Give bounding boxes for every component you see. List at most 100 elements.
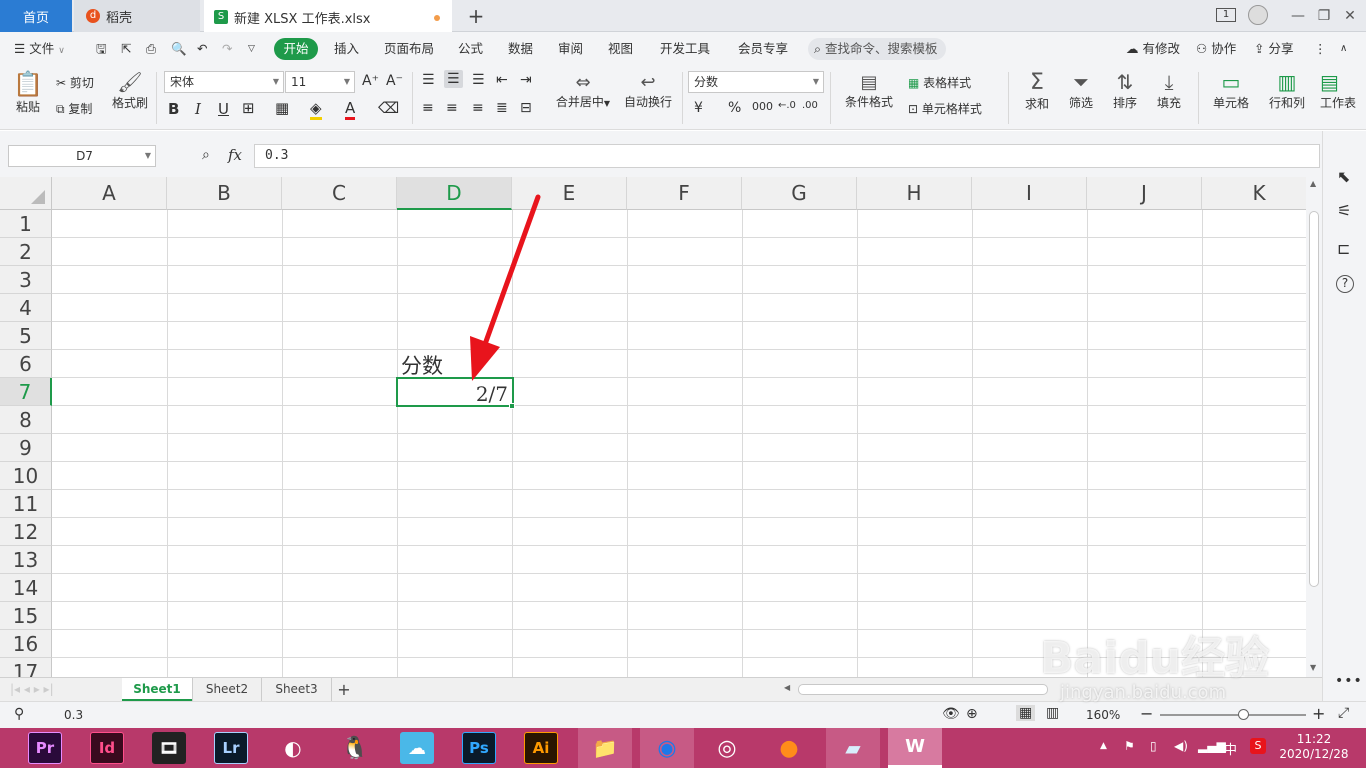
lightroom-app-icon[interactable]: Lr [214,732,248,764]
fit-window-icon[interactable]: ⤢ [1338,705,1349,721]
fill-color-icon[interactable]: ◈ [310,99,322,120]
menu-tab-formula[interactable]: 公式 [458,38,483,60]
fill-button[interactable]: ⤓ 填充 [1152,70,1186,111]
menu-tab-review[interactable]: 审阅 [558,38,583,60]
redo-icon[interactable]: ↷ [222,38,232,60]
print-icon[interactable]: ⎙ [146,38,156,60]
menu-tab-view[interactable]: 视图 [608,38,633,60]
zoom-in-icon[interactable]: + [1312,704,1325,723]
fill-handle[interactable] [509,403,515,409]
worksheet-button[interactable]: ▤ 工作表 [1320,70,1360,111]
menu-tab-home[interactable]: 开始 [274,38,318,60]
macro-record-icon[interactable]: ⚲ [14,706,24,722]
illustrator-app-icon[interactable]: Ai [524,732,558,764]
indent-decrease-icon[interactable]: ⇤ [496,72,508,88]
column-header-A[interactable]: A [52,177,167,210]
align-center-icon[interactable]: ≡ [446,100,458,116]
zoom-slider-thumb[interactable] [1238,709,1249,720]
properties-icon[interactable]: ⚟ [1337,201,1351,220]
view-mode-icon[interactable]: ⊕ [966,706,978,722]
row-header-4[interactable]: 4 [0,294,52,322]
sogou-ime-icon[interactable]: S [1250,738,1266,754]
tray-network-icon[interactable]: ▂▄▆ [1198,739,1226,753]
column-header-I[interactable]: I [972,177,1087,210]
more-dots-icon[interactable]: ••• [1335,673,1363,689]
undo-icon[interactable]: ↶ [197,38,207,60]
conditional-format-button[interactable]: ▤ 条件格式 [840,72,898,110]
spreadsheet-grid[interactable]: A B C D E F G H I J K 1 2 3 4 5 6 7 8 9 … [0,177,1306,677]
zoom-formula-icon[interactable]: ⌕ [202,147,210,163]
scroll-left-icon[interactable]: ◀ [784,683,790,692]
row-header-11[interactable]: 11 [0,490,52,518]
collab-button[interactable]: ⚇ 协作 [1196,38,1236,60]
tray-battery-icon[interactable]: ▯ [1150,739,1157,753]
scroll-up-icon[interactable]: ▲ [1310,179,1316,188]
eye-protection-icon[interactable]: 👁 [942,706,960,722]
changes-button[interactable]: ☁ 有修改 [1126,38,1180,60]
select-pointer-icon[interactable]: ⬉ [1337,167,1350,186]
command-search-box[interactable]: ⌕ 查找命令、搜索模板 [808,38,946,60]
zoom-out-icon[interactable]: − [1140,704,1153,723]
increase-decimal-icon[interactable]: ←.0 [778,100,796,111]
decrease-font-icon[interactable]: A⁻ [386,73,403,89]
horizontal-scroll-thumb[interactable] [798,684,1048,695]
premiere-app-icon[interactable]: Pr [28,732,62,764]
format-painter-button[interactable]: 🖌 格式刷 [110,70,150,111]
cell-style-button[interactable]: ⊡ 单元格样式 [908,100,982,117]
sheet-tab-2[interactable]: Sheet2 [192,678,262,701]
formula-input[interactable]: 0.3 [254,144,1320,168]
border-icon[interactable]: ⊞ [242,99,255,117]
row-header-17[interactable]: 17 [0,658,52,677]
sum-button[interactable]: Σ 求和 [1020,70,1054,112]
photoshop-app-icon[interactable]: Ps [462,732,496,764]
browser-app-icon[interactable]: ◉ [640,728,694,768]
help-icon[interactable]: ? [1336,275,1354,293]
copy-button[interactable]: ⧉ 复制 [56,100,92,117]
align-top-icon[interactable]: ☰ [422,72,435,88]
tab-daoke[interactable]: d 稻壳 [74,0,200,32]
name-box[interactable]: D7 ▼ [8,145,156,167]
wrap-text-button[interactable]: ↩ 自动换行 [622,72,674,110]
font-name-select[interactable]: 宋体 ▼ [164,71,284,93]
quick-access-dropdown-icon[interactable]: ▽ [248,38,255,60]
tab-file[interactable]: S 新建 XLSX 工作表.xlsx [204,0,452,32]
column-header-F[interactable]: F [627,177,742,210]
chat-app-icon[interactable]: ☁ [400,732,434,764]
bold-icon[interactable]: B [168,100,179,118]
horizontal-scrollbar[interactable]: ◀ [782,683,1302,696]
save-icon[interactable]: 🖫 [96,38,107,60]
more-options-icon[interactable]: ⋮ [1314,38,1327,60]
increase-font-icon[interactable]: A⁺ [362,73,379,89]
percent-icon[interactable]: % [728,100,741,116]
sort-button[interactable]: ⇅ 排序 [1108,70,1142,111]
row-col-button[interactable]: ▥ 行和列 [1264,70,1310,111]
file-menu[interactable]: ☰ 文件 ∨ [14,38,65,60]
sheet-tab-1[interactable]: Sheet1 [122,678,192,701]
ime-indicator[interactable]: 中 [1224,739,1237,758]
row-header-3[interactable]: 3 [0,266,52,294]
window-count-badge[interactable]: 1 [1216,8,1236,22]
share-button[interactable]: ⇪ 分享 [1254,38,1293,60]
column-header-G[interactable]: G [742,177,857,210]
sheet-tab-3[interactable]: Sheet3 [262,678,332,701]
menu-tab-insert[interactable]: 插入 [334,38,359,60]
tray-volume-icon[interactable]: ◀) [1174,739,1188,753]
column-header-J[interactable]: J [1087,177,1202,210]
zoom-level[interactable]: 160% [1086,708,1120,722]
scroll-down-icon[interactable]: ▼ [1310,663,1316,672]
select-all-corner[interactable] [0,177,52,210]
menu-tab-developer[interactable]: 开发工具 [660,38,710,60]
justify-icon[interactable]: ≣ [496,100,508,116]
clock[interactable]: 11:22 2020/12/28 [1276,732,1352,762]
row-header-13[interactable]: 13 [0,546,52,574]
currency-icon[interactable]: ¥ [694,100,703,116]
number-format-select[interactable]: 分数 ▼ [688,71,824,93]
merge-center-button[interactable]: ⇔ 合并居中▼ [554,72,612,110]
row-header-1[interactable]: 1 [0,210,52,238]
add-sheet-button[interactable]: + [334,678,354,701]
row-header-6[interactable]: 6 [0,350,52,378]
row-header-14[interactable]: 14 [0,574,52,602]
row-header-8[interactable]: 8 [0,406,52,434]
row-header-12[interactable]: 12 [0,518,52,546]
qq-app-icon[interactable]: 🐧 [338,732,372,764]
